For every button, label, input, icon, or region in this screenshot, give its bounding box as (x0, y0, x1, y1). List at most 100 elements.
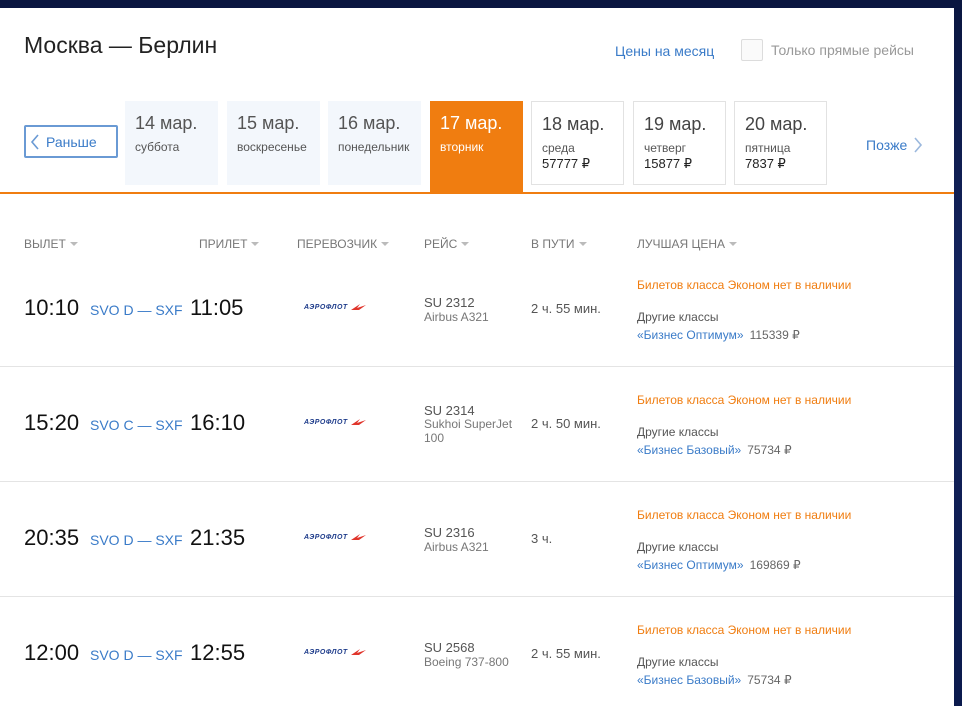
airline-name: АЭРОФЛОТ (304, 418, 348, 426)
flight-duration: 2 ч. 50 мин. (531, 416, 601, 431)
caret-down-icon (251, 242, 260, 246)
flight-duration: 3 ч. (531, 531, 553, 546)
departure-time: 10:10 (24, 295, 80, 320)
date-card-1[interactable]: 15 мар. воскресенье (227, 101, 320, 185)
weekday-label: четверг (644, 141, 686, 155)
weekday-label: пятница (745, 141, 791, 155)
airports-link[interactable]: SVO D — SXF (90, 532, 183, 548)
departure-time: 20:35 (24, 525, 80, 550)
aeroflot-wings-icon (350, 534, 366, 540)
flight-row[interactable]: 15:20 SVO C — SXF 16:10 АЭРОФЛОТ SU 2314… (0, 367, 954, 482)
earlier-dates-button[interactable]: Раньше (24, 125, 118, 158)
weekday-label: суббота (135, 140, 180, 154)
date-label: 14 мар. (135, 113, 198, 133)
caret-down-icon (461, 242, 470, 246)
no-economy-notice: Билетов класса Эконом нет в наличии (637, 278, 852, 292)
other-classes-label: Другие классы (637, 425, 719, 439)
airports-link[interactable]: SVO C — SXF (90, 417, 183, 433)
date-card-2[interactable]: 16 мар. понедельник (328, 101, 421, 185)
other-classes-label: Другие классы (637, 310, 719, 324)
airline-logo: АЭРОФЛОТ (304, 418, 368, 426)
weekday-label: вторник (440, 140, 484, 154)
airports-link[interactable]: SVO D — SXF (90, 302, 183, 318)
date-label: 16 мар. (338, 113, 401, 133)
later-dates-button[interactable]: Позже (866, 136, 923, 154)
weekday-label: понедельник (338, 140, 410, 154)
departure-time: 12:00 (24, 640, 80, 665)
aircraft-type: Airbus A321 (424, 310, 489, 324)
aircraft-type: Sukhoi SuperJet 100 (424, 417, 513, 445)
fare-price: 115339 ₽ (749, 328, 800, 342)
fare-class-link[interactable]: «Бизнес Оптимум» (637, 558, 744, 572)
chevron-left-icon (30, 133, 39, 150)
arrival-time: 12:55 (190, 640, 246, 665)
fare-price: 75734 ₽ (747, 673, 792, 687)
airline-logo: АЭРОФЛОТ (304, 648, 368, 656)
aeroflot-wings-icon (350, 419, 366, 425)
no-economy-notice: Билетов класса Эконом нет в наличии (637, 508, 852, 522)
column-label: РЕЙС (424, 237, 458, 251)
date-label: 18 мар. (542, 114, 605, 134)
date-card-4[interactable]: 18 мар. среда 57777 ₽ (531, 101, 624, 185)
sort-duration[interactable]: В ПУТИ (531, 237, 587, 251)
flight-duration: 2 ч. 55 мин. (531, 301, 601, 316)
date-label: 19 мар. (644, 114, 707, 134)
fare-class-link[interactable]: «Бизнес Оптимум» (637, 328, 744, 342)
direct-only-checkbox[interactable] (741, 39, 763, 61)
flight-row[interactable]: 20:35 SVO D — SXF 21:35 АЭРОФЛОТ SU 2316… (0, 482, 954, 597)
no-economy-notice: Билетов класса Эконом нет в наличии (637, 393, 852, 407)
date-card-5[interactable]: 19 мар. четверг 15877 ₽ (633, 101, 726, 185)
date-label: 15 мар. (237, 113, 300, 133)
later-label: Позже (866, 137, 908, 153)
weekday-label: воскресенье (237, 140, 307, 154)
date-price: 57777 ₽ (542, 156, 591, 171)
flight-row[interactable]: 12:00 SVO D — SXF 12:55 АЭРОФЛОТ SU 2568… (0, 597, 954, 706)
airline-name: АЭРОФЛОТ (304, 533, 348, 541)
airline-logo: АЭРОФЛОТ (304, 303, 368, 311)
flight-number: SU 2312 (424, 295, 475, 310)
direct-only-label: Только прямые рейсы (771, 42, 914, 58)
fare-line: «Бизнес Базовый» 75734 ₽ (637, 443, 792, 457)
date-card-0[interactable]: 14 мар. суббота (125, 101, 218, 185)
caret-down-icon (578, 242, 587, 246)
caret-down-icon (729, 242, 738, 246)
sort-flight[interactable]: РЕЙС (424, 237, 470, 251)
date-price: 15877 ₽ (644, 156, 693, 171)
route-title: Москва — Берлин (24, 32, 218, 58)
caret-down-icon (381, 242, 390, 246)
flight-number: SU 2314 (424, 403, 475, 418)
chevron-right-icon (914, 137, 923, 153)
fare-price: 169869 ₽ (749, 558, 801, 572)
date-card-6[interactable]: 20 мар. пятница 7837 ₽ (734, 101, 827, 185)
sort-best-price[interactable]: ЛУЧШАЯ ЦЕНА (637, 237, 738, 251)
date-label: 20 мар. (745, 114, 808, 134)
flight-row[interactable]: 10:10 SVO D — SXF 11:05 АЭРОФЛОТ SU 2312… (0, 252, 954, 367)
fare-class-link[interactable]: «Бизнес Базовый» (637, 443, 741, 457)
flight-number: SU 2568 (424, 640, 475, 655)
fare-line: «Бизнес Оптимум» 169869 ₽ (637, 558, 801, 572)
fare-line: «Бизнес Базовый» 75734 ₽ (637, 673, 792, 687)
column-label: ПЕРЕВОЗЧИК (297, 237, 378, 251)
arrival-time: 16:10 (190, 410, 246, 435)
column-label: ПРИЛЕТ (199, 237, 248, 251)
fare-class-link[interactable]: «Бизнес Базовый» (637, 673, 741, 687)
sort-carrier[interactable]: ПЕРЕВОЗЧИК (297, 237, 390, 251)
airline-name: АЭРОФЛОТ (304, 648, 348, 656)
arrival-time: 11:05 (190, 295, 244, 320)
departure-time: 15:20 (24, 410, 80, 435)
sort-departure[interactable]: ВЫЛЕТ (24, 237, 78, 251)
fare-price: 75734 ₽ (747, 443, 792, 457)
sort-arrival[interactable]: ПРИЛЕТ (199, 237, 260, 251)
flight-number: SU 2316 (424, 525, 475, 540)
airline-name: АЭРОФЛОТ (304, 303, 348, 311)
flight-results-panel: Москва — Берлин Цены на месяц Только пря… (0, 8, 954, 706)
airports-link[interactable]: SVO D — SXF (90, 647, 183, 663)
aeroflot-wings-icon (350, 304, 366, 310)
date-price: 7837 ₽ (745, 156, 786, 171)
earlier-label: Раньше (46, 133, 97, 150)
other-classes-label: Другие классы (637, 655, 719, 669)
weekday-label: среда (542, 141, 575, 155)
month-prices-link[interactable]: Цены на месяц (615, 43, 714, 59)
no-economy-notice: Билетов класса Эконом нет в наличии (637, 623, 852, 637)
date-card-selected[interactable]: 17 мар. вторник (430, 101, 523, 193)
